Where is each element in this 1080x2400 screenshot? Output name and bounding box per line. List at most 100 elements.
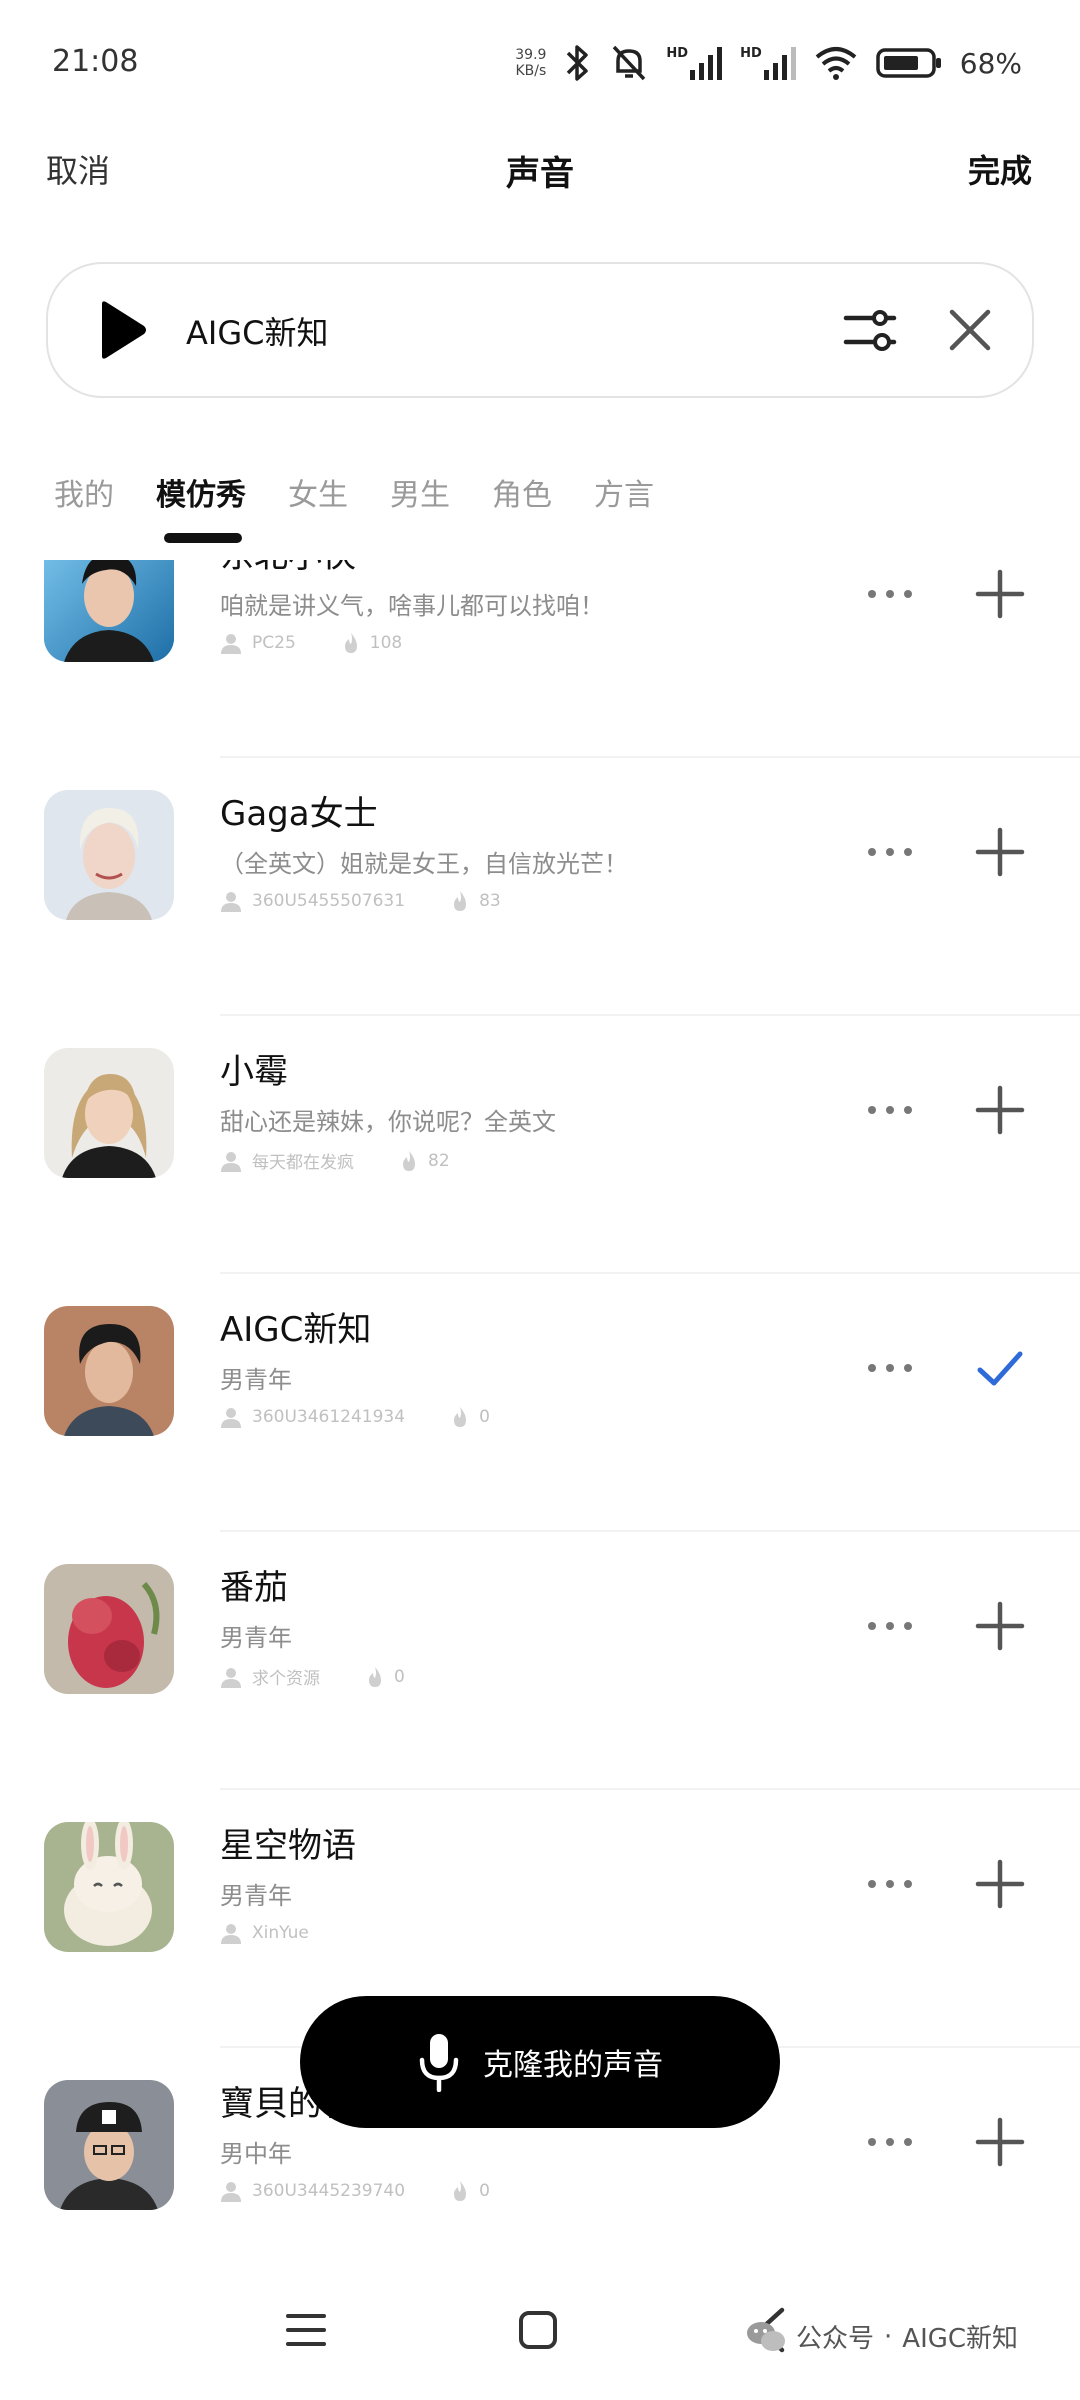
more-options-icon[interactable] bbox=[866, 1356, 914, 1380]
user-icon bbox=[221, 634, 241, 654]
tab-dialect[interactable]: 方言 bbox=[594, 470, 654, 514]
avatar bbox=[44, 1564, 174, 1694]
voice-meta: 求个资源 0 bbox=[220, 1664, 405, 1689]
status-icons: 39.9 KB/s HD HD 68% bbox=[515, 38, 1022, 88]
add-icon[interactable] bbox=[974, 2116, 1026, 2168]
voice-meta: 360U5455507631 83 bbox=[220, 890, 501, 912]
voice-name: AIGC新知 bbox=[220, 1310, 372, 1350]
done-button[interactable]: 完成 bbox=[968, 146, 1032, 192]
voice-name: Gaga女士 bbox=[220, 794, 378, 834]
add-icon[interactable] bbox=[974, 1600, 1026, 1652]
signal-1: HD bbox=[666, 46, 723, 80]
add-icon[interactable] bbox=[974, 1858, 1026, 1910]
add-icon[interactable] bbox=[974, 568, 1026, 620]
signal-2: HD bbox=[740, 46, 796, 80]
user-icon bbox=[221, 1667, 241, 1688]
home-nav-icon[interactable] bbox=[518, 2310, 558, 2350]
more-options-icon[interactable] bbox=[866, 1614, 914, 1638]
avatar bbox=[44, 1048, 174, 1178]
voice-description: 男中年 bbox=[220, 2140, 292, 2168]
flame-icon bbox=[454, 891, 467, 911]
user-icon bbox=[221, 1924, 241, 1944]
battery-icon bbox=[876, 48, 941, 78]
watermark-text-1: 公众号 bbox=[796, 2324, 875, 2354]
user-icon bbox=[221, 2182, 241, 2202]
list-item[interactable]: AIGC新知 男青年 360U3461241934 0 bbox=[0, 1274, 1080, 1532]
list-item[interactable]: Gaga女士 （全英文）姐就是女王，自信放光芒！ 360U5455507631 … bbox=[0, 758, 1080, 1016]
tab-imitation[interactable]: 模仿秀 bbox=[156, 470, 246, 514]
tab-character[interactable]: 角色 bbox=[492, 470, 552, 514]
flame-icon bbox=[344, 633, 357, 653]
network-speed: 39.9 KB/s bbox=[515, 47, 547, 79]
page-title: 声音 bbox=[506, 154, 574, 194]
voice-name: 番茄 bbox=[220, 1568, 288, 1608]
voice-settings-icon[interactable] bbox=[842, 306, 898, 354]
play-icon[interactable] bbox=[94, 298, 150, 362]
voice-author: 360U3445239740 bbox=[252, 2181, 406, 2201]
voice-name: 小霉 bbox=[220, 1052, 288, 1092]
selected-voice-name: AIGC新知 bbox=[186, 314, 329, 352]
voice-description: 甜心还是辣妹，你说呢？全英文 bbox=[220, 1108, 556, 1136]
voice-likes: 83 bbox=[479, 891, 501, 911]
voice-meta: 360U3461241934 0 bbox=[220, 1406, 490, 1428]
tab-male[interactable]: 男生 bbox=[390, 470, 450, 514]
flame-icon bbox=[454, 2181, 467, 2201]
voice-likes: 82 bbox=[428, 1150, 450, 1171]
voice-meta: 每天都在发疯 82 bbox=[220, 1148, 450, 1173]
more-options-icon[interactable] bbox=[866, 582, 914, 606]
voice-likes: 108 bbox=[369, 633, 403, 653]
clone-voice-button[interactable]: 克隆我的声音 bbox=[300, 1996, 780, 2128]
voice-name: 东北小伙 bbox=[220, 560, 356, 577]
voice-author: 360U3461241934 bbox=[252, 1407, 406, 1427]
signal-bars-icon bbox=[763, 47, 796, 80]
voice-meta: PC25 108 bbox=[220, 632, 402, 654]
page-title-container: 声音 bbox=[0, 146, 1080, 195]
microphone-icon bbox=[419, 2034, 459, 2092]
list-item[interactable]: 番茄 男青年 求个资源 0 bbox=[0, 1532, 1080, 1790]
bluetooth-icon bbox=[567, 45, 589, 81]
list-item[interactable]: 小霉 甜心还是辣妹，你说呢？全英文 每天都在发疯 82 bbox=[0, 1016, 1080, 1274]
add-icon[interactable] bbox=[974, 826, 1026, 878]
cancel-button[interactable]: 取消 bbox=[46, 146, 110, 192]
avatar bbox=[44, 560, 174, 662]
more-options-icon[interactable] bbox=[866, 1098, 914, 1122]
more-options-icon[interactable] bbox=[866, 840, 914, 864]
voice-meta: XinYue bbox=[220, 1922, 309, 1944]
add-icon[interactable] bbox=[974, 1084, 1026, 1136]
voice-likes: 0 bbox=[479, 2181, 490, 2201]
watermark: 公众号 · AIGC新知 bbox=[746, 2318, 1018, 2355]
user-icon bbox=[221, 892, 241, 912]
close-icon[interactable] bbox=[946, 306, 994, 354]
avatar bbox=[44, 2080, 174, 2210]
list-item[interactable]: 东北小伙 咱就是讲义气，啥事儿都可以找咱！ PC25 108 bbox=[0, 560, 1080, 758]
wechat-icon bbox=[747, 2321, 785, 2351]
flame-icon bbox=[454, 1407, 467, 1427]
user-icon bbox=[221, 1408, 241, 1428]
clone-voice-label: 克隆我的声音 bbox=[483, 2048, 663, 2083]
voice-likes: 0 bbox=[479, 1407, 490, 1427]
signal-1-label: HD bbox=[666, 46, 689, 61]
watermark-separator: · bbox=[884, 2321, 893, 2352]
watermark-text-2: AIGC新知 bbox=[902, 2324, 1019, 2354]
avatar bbox=[44, 790, 174, 920]
voice-description: 咱就是讲义气，啥事儿都可以找咱！ bbox=[220, 592, 604, 620]
battery-percent: 68% bbox=[959, 46, 1022, 80]
check-icon[interactable] bbox=[974, 1342, 1026, 1394]
signal-bars-icon bbox=[690, 47, 723, 80]
voice-author: PC25 bbox=[252, 633, 296, 653]
voice-likes: 0 bbox=[394, 1666, 405, 1687]
voice-description: 男青年 bbox=[220, 1882, 292, 1910]
voice-name: 星空物语 bbox=[220, 1826, 356, 1866]
voice-author: 求个资源 bbox=[252, 1669, 320, 1689]
voice-author: 每天都在发疯 bbox=[252, 1153, 354, 1173]
tab-female[interactable]: 女生 bbox=[288, 470, 348, 514]
avatar bbox=[44, 1306, 174, 1436]
voice-author: XinYue bbox=[252, 1923, 309, 1943]
more-options-icon[interactable] bbox=[866, 2130, 914, 2154]
menu-nav-icon[interactable] bbox=[286, 2310, 326, 2350]
tab-mine[interactable]: 我的 bbox=[54, 470, 114, 514]
active-tab-indicator bbox=[164, 533, 242, 543]
voice-description: （全英文）姐就是女王，自信放光芒！ bbox=[220, 850, 628, 878]
more-options-icon[interactable] bbox=[866, 1872, 914, 1896]
user-icon bbox=[221, 1151, 241, 1172]
